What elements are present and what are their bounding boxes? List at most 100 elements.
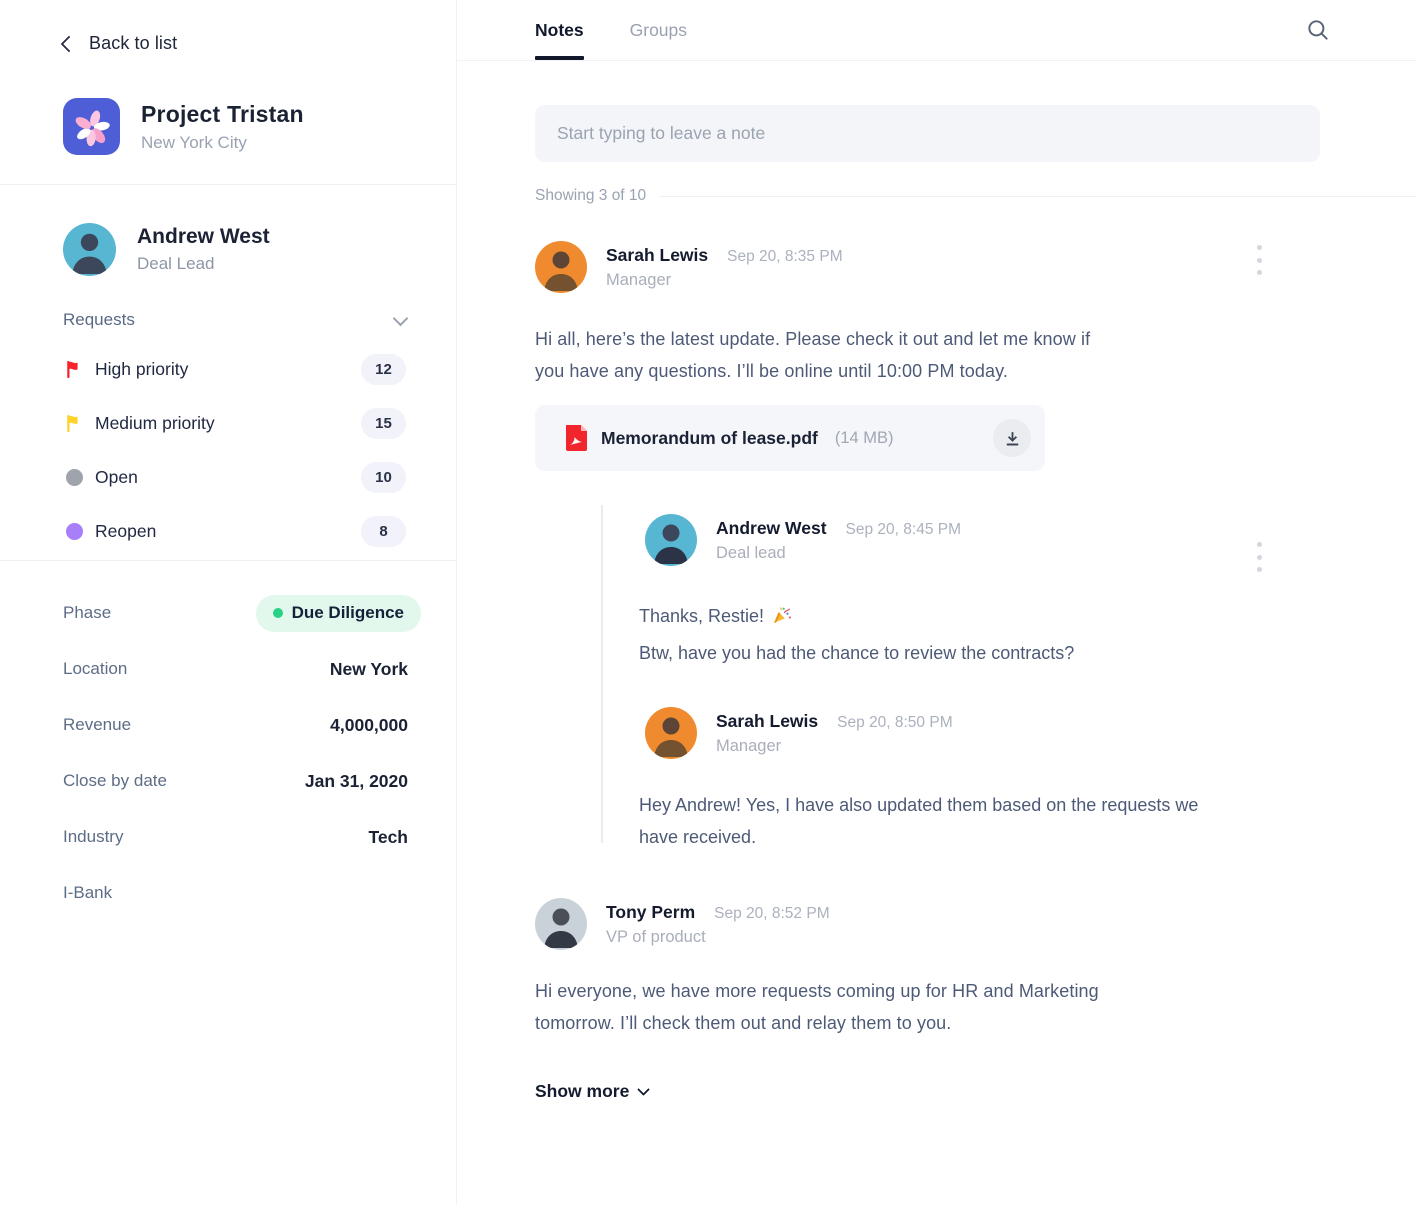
detail-row-revenue: Revenue 4,000,000	[63, 697, 408, 753]
attachment-filename: Memorandum of lease.pdf	[601, 427, 818, 448]
reply-timestamp: Sep 20, 8:45 PM	[845, 521, 961, 538]
note-timestamp: Sep 20, 8:35 PM	[727, 248, 843, 265]
search-icon[interactable]	[1304, 16, 1332, 44]
phase-value: Due Diligence	[291, 603, 404, 622]
detail-row-phase: Phase Due Diligence	[63, 585, 421, 641]
detail-label: Location	[63, 659, 128, 678]
note-author-role: VP of product	[606, 928, 706, 946]
avatar	[645, 707, 697, 759]
deal-lead-name: Andrew West	[137, 225, 270, 248]
show-more-label: Show more	[535, 1081, 630, 1101]
detail-label: Phase	[63, 603, 112, 622]
main-panel: Notes Groups Showing 3 of 10	[457, 0, 1416, 1205]
requests-list: High priority 12 Medium priority 15 Open…	[0, 330, 456, 558]
note-item: Tony Perm Sep 20, 8:52 PM VP of product …	[535, 898, 1320, 1039]
reply-header: Andrew West Sep 20, 8:45 PM Deal lead	[641, 514, 1320, 572]
flower-icon	[63, 98, 120, 155]
request-filter-medium-priority[interactable]: Medium priority 15	[63, 396, 406, 450]
requests-label: Requests	[63, 310, 135, 329]
avatar	[645, 514, 697, 566]
kebab-menu-icon[interactable]	[1250, 243, 1268, 277]
party-popper-emoji	[772, 602, 792, 636]
reply-item: Andrew West Sep 20, 8:45 PM Deal lead Th…	[639, 514, 1320, 670]
detail-label: Close by date	[63, 771, 167, 790]
dot-icon	[63, 520, 85, 542]
request-filter-open[interactable]: Open 10	[63, 450, 406, 504]
request-filter-label: Medium priority	[95, 412, 215, 433]
detail-value: 4,000,000	[330, 714, 408, 735]
sidebar: Back to list Project Tristan New York Ci…	[0, 0, 457, 1205]
dot-icon	[63, 466, 85, 488]
reply-author-role: Deal lead	[716, 544, 786, 562]
back-to-list-button[interactable]: Back to list	[0, 0, 456, 54]
note-author: Tony Perm	[606, 902, 696, 922]
note-composer-input[interactable]	[535, 105, 1320, 162]
request-count-badge: 15	[361, 407, 406, 439]
note-header: Sarah Lewis Sep 20, 8:35 PM Manager	[535, 241, 1320, 293]
status-dot-icon	[272, 608, 283, 618]
reply-body: Hey Andrew! Yes, I have also updated the…	[639, 795, 1199, 847]
detail-row-close-by-date: Close by date Jan 31, 2020	[63, 753, 408, 809]
reply-author-role: Manager	[716, 737, 782, 755]
chevron-down-icon	[392, 310, 409, 326]
detail-row-industry: Industry Tech	[63, 809, 408, 865]
pdf-file-icon	[563, 423, 590, 453]
request-filter-label: Open	[95, 466, 138, 487]
project-titles: Project Tristan New York City	[141, 101, 304, 153]
project-title: Project Tristan	[141, 100, 304, 127]
flag-icon	[63, 358, 85, 380]
reply-author: Andrew West	[716, 518, 827, 538]
download-icon[interactable]	[993, 419, 1031, 457]
divider-line	[659, 195, 1416, 197]
app-window: Back to list Project Tristan New York Ci…	[0, 0, 1416, 1205]
avatar	[535, 241, 587, 293]
avatar	[535, 898, 587, 950]
showing-count-row: Showing 3 of 10	[535, 186, 1416, 206]
deal-details: Phase Due Diligence Location New York Re…	[0, 561, 456, 921]
note-body: Hi all, here’s the latest update. Please…	[535, 329, 1091, 381]
detail-value: Jan 31, 2020	[304, 770, 408, 791]
show-more-button[interactable]: Show more	[535, 1081, 651, 1102]
deal-lead-role: Deal Lead	[137, 254, 215, 273]
note-header: Tony Perm Sep 20, 8:52 PM VP of product	[535, 898, 1320, 950]
attachment-card[interactable]: Memorandum of lease.pdf (14 MB)	[535, 405, 1045, 471]
back-to-list-label: Back to list	[89, 33, 178, 53]
chevron-down-icon	[637, 1083, 651, 1096]
reply-timestamp: Sep 20, 8:50 PM	[837, 714, 953, 731]
chevron-left-icon	[60, 35, 78, 52]
detail-label: I-Bank	[63, 883, 113, 902]
attachment-filesize: (14 MB)	[834, 428, 894, 447]
project-subtitle: New York City	[141, 132, 247, 152]
note-author: Sarah Lewis	[606, 245, 709, 265]
phase-status-badge: Due Diligence	[255, 594, 421, 632]
detail-row-ibank: I-Bank	[63, 865, 408, 921]
project-header: Project Tristan New York City	[0, 54, 456, 155]
detail-value: New York	[329, 658, 408, 679]
note-author-role: Manager	[606, 271, 672, 289]
request-filter-reopen[interactable]: Reopen 8	[63, 504, 406, 558]
requests-section-header[interactable]: Requests	[0, 276, 456, 330]
request-count-badge: 10	[361, 461, 406, 493]
request-filter-label: Reopen	[95, 520, 157, 541]
request-filter-label: High priority	[95, 358, 189, 379]
request-filter-high-priority[interactable]: High priority 12	[63, 342, 406, 396]
kebab-menu-icon[interactable]	[1250, 540, 1268, 574]
avatar	[63, 223, 116, 276]
detail-label: Industry	[63, 827, 124, 846]
reply-item: Sarah Lewis Sep 20, 8:50 PM Manager Hey …	[639, 707, 1320, 853]
detail-row-location: Location New York	[63, 641, 408, 697]
reply-body: Thanks, Restie! Btw, have you had the ch…	[639, 599, 1320, 670]
tab-notes[interactable]: Notes	[535, 0, 584, 60]
detail-value: Tech	[368, 826, 408, 847]
reply-thread: Andrew West Sep 20, 8:45 PM Deal lead Th…	[535, 505, 1320, 853]
showing-count-label: Showing 3 of 10	[535, 187, 647, 204]
note-body: Hi everyone, we have more requests comin…	[535, 981, 1099, 1033]
tab-groups[interactable]: Groups	[630, 0, 687, 60]
flag-icon	[63, 412, 85, 434]
reply-header: Sarah Lewis Sep 20, 8:50 PM Manager	[641, 707, 1320, 759]
notes-feed: Showing 3 of 10 Sarah Lewis Sep 20, 8:35…	[457, 61, 1416, 1102]
note-timestamp: Sep 20, 8:52 PM	[714, 905, 830, 922]
tabs-bar: Notes Groups	[457, 0, 1416, 61]
detail-label: Revenue	[63, 715, 132, 734]
request-count-badge: 12	[361, 353, 406, 385]
